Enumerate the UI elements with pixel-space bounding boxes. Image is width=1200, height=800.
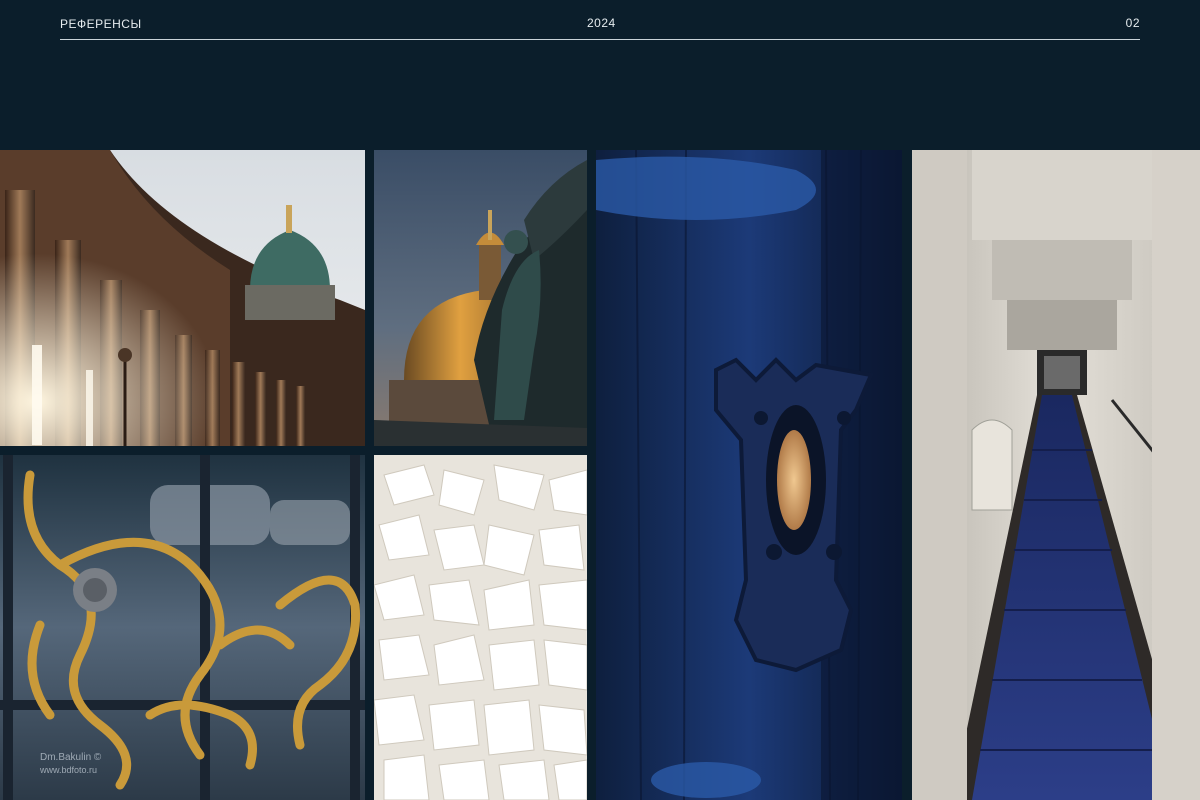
page-number: 02 (1125, 16, 1140, 30)
texture-photo (374, 455, 587, 800)
keyhole-photo (596, 150, 902, 800)
svg-text:Dm.Bakulin ©: Dm.Bakulin © (40, 752, 102, 763)
year-label: 2024 (587, 16, 616, 30)
cathedral-photo (0, 150, 365, 446)
ornament-photo: Dm.Bakulin © www.bdfoto.ru (0, 455, 365, 800)
monument-photo (374, 150, 587, 446)
slide-page: РЕФЕРЕНСЫ 2024 02 Dm.Bakulin © www.bdfot… (0, 0, 1200, 800)
section-title: РЕФЕРЕНСЫ (60, 17, 142, 31)
svg-text:www.bdfoto.ru: www.bdfoto.ru (39, 765, 97, 775)
staircase-photo (912, 150, 1200, 800)
slide-header: РЕФЕРЕНСЫ 2024 02 (60, 14, 1140, 40)
